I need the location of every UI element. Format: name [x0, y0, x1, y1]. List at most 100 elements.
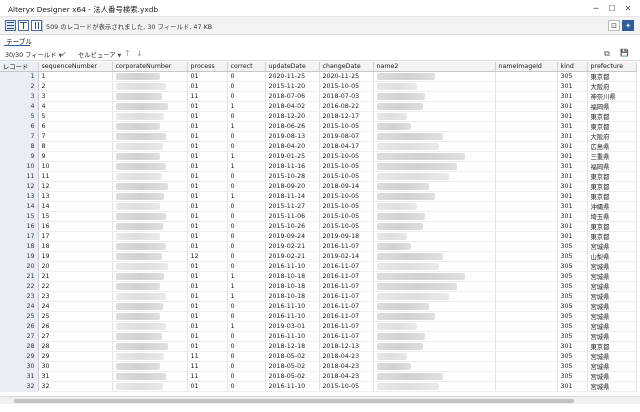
cell-kind[interactable]: 301 [557, 171, 588, 182]
cell-process[interactable]: 01 [187, 161, 228, 172]
cell-kind[interactable]: 305 [557, 311, 588, 322]
cell-correct[interactable]: 0 [227, 341, 266, 352]
cell-name2[interactable] [373, 301, 496, 312]
cell-レコード[interactable]: 27 [0, 331, 39, 342]
table-row[interactable]: 2 2 01 0 2015-11-20 2015-10-05 301 大阪府 [0, 81, 637, 92]
cell-レコード[interactable]: 28 [0, 341, 39, 352]
cell-updateDate[interactable]: 2015-10-28 [265, 171, 320, 182]
cell-prefecture[interactable]: 広島県 [587, 141, 637, 152]
cell-name2[interactable] [373, 341, 496, 352]
cell-kind[interactable]: 301 [557, 81, 588, 92]
cell-updateDate[interactable]: 2016-11-10 [265, 311, 320, 322]
column-header-nameImageId[interactable]: nameImageId [495, 62, 558, 72]
cell-changeDate[interactable]: 2015-10-05 [319, 211, 374, 222]
cell-レコード[interactable]: 21 [0, 271, 39, 282]
cell-name2[interactable] [373, 281, 496, 292]
cell-changeDate[interactable]: 2015-10-05 [319, 151, 374, 162]
cell-corporateNumber[interactable] [112, 271, 188, 282]
cell-correct[interactable]: 1 [227, 121, 266, 132]
cell-correct[interactable]: 0 [227, 181, 266, 192]
cell-changeDate[interactable]: 2015-10-05 [319, 191, 374, 202]
cell-changeDate[interactable]: 2018-04-23 [319, 351, 374, 362]
cell-sequenceNumber[interactable]: 23 [38, 291, 113, 302]
cell-name2[interactable] [373, 361, 496, 372]
cell-corporateNumber[interactable] [112, 231, 188, 242]
cell-corporateNumber[interactable] [112, 351, 188, 362]
cell-nameImageId[interactable] [495, 351, 558, 362]
cell-kind[interactable]: 305 [557, 71, 588, 82]
cell-changeDate[interactable]: 2019-08-07 [319, 131, 374, 142]
cell-updateDate[interactable]: 2018-07-06 [265, 91, 320, 102]
cell-nameImageId[interactable] [495, 171, 558, 182]
cell-changeDate[interactable]: 2015-10-05 [319, 161, 374, 172]
cell-nameImageId[interactable] [495, 381, 558, 392]
cell-レコード[interactable]: 18 [0, 241, 39, 252]
cell-corporateNumber[interactable] [112, 121, 188, 132]
cell-process[interactable]: 01 [187, 231, 228, 242]
cell-process[interactable]: 01 [187, 331, 228, 342]
cell-process[interactable]: 11 [187, 91, 228, 102]
cell-corporateNumber[interactable] [112, 141, 188, 152]
sort-up-icon[interactable]: ↑ [124, 49, 131, 58]
cell-レコード[interactable]: 10 [0, 161, 39, 172]
grid-layout-icon[interactable] [5, 20, 16, 31]
cell-corporateNumber[interactable] [112, 341, 188, 352]
cell-prefecture[interactable]: 宮城県 [587, 321, 637, 332]
cell-name2[interactable] [373, 211, 496, 222]
cell-レコード[interactable]: 2 [0, 81, 39, 92]
cell-sequenceNumber[interactable]: 11 [38, 171, 113, 182]
table-row[interactable]: 6 6 01 1 2018-06-26 2015-10-05 301 東京都 [0, 121, 637, 132]
cell-updateDate[interactable]: 2019-09-24 [265, 231, 320, 242]
cell-updateDate[interactable]: 2019-02-21 [265, 251, 320, 262]
cell-nameImageId[interactable] [495, 181, 558, 192]
cell-correct[interactable]: 0 [227, 371, 266, 382]
cell-レコード[interactable]: 16 [0, 221, 39, 232]
cell-レコード[interactable]: 8 [0, 141, 39, 152]
cell-name2[interactable] [373, 351, 496, 362]
cell-changeDate[interactable]: 2020-11-25 [319, 71, 374, 82]
cell-changeDate[interactable]: 2016-11-07 [319, 241, 374, 252]
column-header-process[interactable]: process [187, 62, 228, 72]
cell-レコード[interactable]: 24 [0, 301, 39, 312]
table-row[interactable]: 14 14 01 0 2015-11-27 2015-10-05 301 沖縄県 [0, 201, 637, 212]
cell-correct[interactable]: 1 [227, 271, 266, 282]
cell-nameImageId[interactable] [495, 291, 558, 302]
cell-sequenceNumber[interactable]: 8 [38, 141, 113, 152]
cell-sequenceNumber[interactable]: 26 [38, 321, 113, 332]
cell-corporateNumber[interactable] [112, 371, 188, 382]
cell-kind[interactable]: 301 [557, 161, 588, 172]
cell-name2[interactable] [373, 201, 496, 212]
data-grid[interactable]: レコード sequenceNumber corporateNumber process… [0, 62, 640, 404]
cell-kind[interactable]: 305 [557, 351, 588, 362]
table-row[interactable]: 23 23 01 1 2018-10-18 2016-11-07 305 宮城県 [0, 291, 637, 302]
cell-prefecture[interactable]: 東京都 [587, 121, 637, 132]
cell-changeDate[interactable]: 2016-11-07 [319, 281, 374, 292]
cell-correct[interactable]: 0 [227, 251, 266, 262]
cell-correct[interactable]: 0 [227, 201, 266, 212]
cell-corporateNumber[interactable] [112, 361, 188, 372]
cell-changeDate[interactable]: 2016-11-07 [319, 311, 374, 322]
cell-updateDate[interactable]: 2018-10-18 [265, 291, 320, 302]
cell-process[interactable]: 01 [187, 211, 228, 222]
cell-updateDate[interactable]: 2018-05-02 [265, 371, 320, 382]
scrollbar-thumb[interactable] [14, 399, 574, 403]
cell-correct[interactable]: 1 [227, 101, 266, 112]
cell-corporateNumber[interactable] [112, 101, 188, 112]
table-row[interactable]: 26 26 01 1 2019-03-01 2016-11-07 305 宮城県 [0, 321, 637, 332]
cell-changeDate[interactable]: 2016-08-22 [319, 101, 374, 112]
cell-レコード[interactable]: 12 [0, 181, 39, 192]
cell-nameImageId[interactable] [495, 311, 558, 322]
column-layout-icon[interactable] [31, 20, 42, 31]
cell-kind[interactable]: 301 [557, 231, 588, 242]
cell-レコード[interactable]: 15 [0, 211, 39, 222]
column-header-updateDate[interactable]: updateDate [265, 62, 320, 72]
cell-process[interactable]: 01 [187, 171, 228, 182]
cell-sequenceNumber[interactable]: 4 [38, 101, 113, 112]
cell-kind[interactable]: 305 [557, 241, 588, 252]
cell-corporateNumber[interactable] [112, 261, 188, 272]
cell-kind[interactable]: 301 [557, 181, 588, 192]
cell-correct[interactable]: 0 [227, 351, 266, 362]
cell-process[interactable]: 01 [187, 291, 228, 302]
cell-sequenceNumber[interactable]: 15 [38, 211, 113, 222]
cell-correct[interactable]: 0 [227, 361, 266, 372]
